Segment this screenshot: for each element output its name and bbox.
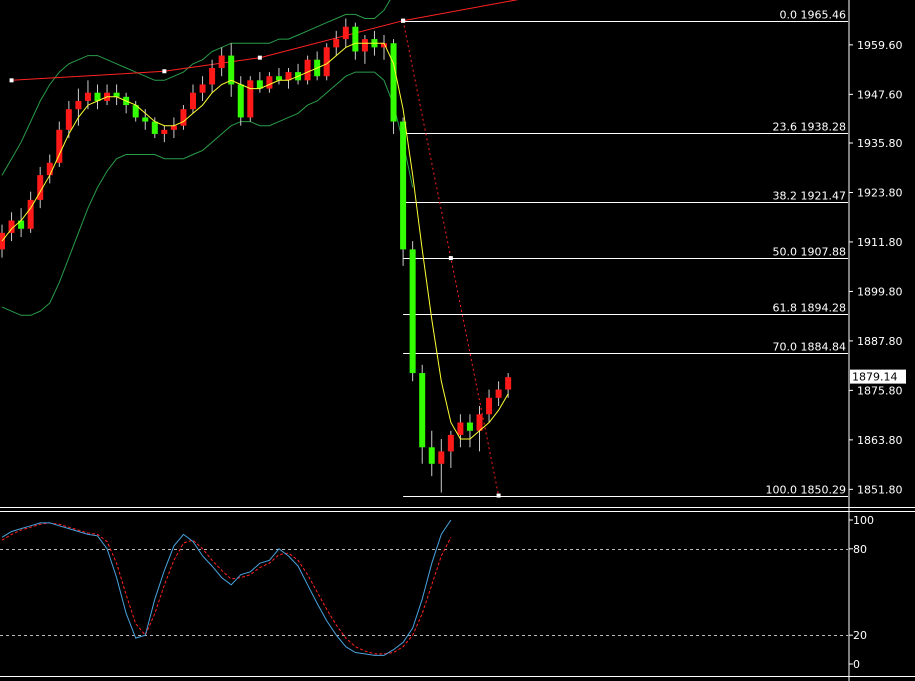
candle-body-6	[56, 129, 63, 163]
candle-body-48	[457, 422, 464, 435]
candle-body-52	[495, 389, 502, 398]
candle-body-29	[275, 76, 282, 81]
stoch-tick-label-0: 100	[853, 514, 874, 527]
candle-body-36	[342, 26, 349, 40]
candle-body-12	[113, 92, 120, 97]
candle-body-8	[75, 100, 82, 110]
candle-body-22	[209, 67, 216, 85]
fib-level-label-2: 38.2 1921.47	[773, 190, 846, 203]
candle-body-51	[486, 397, 493, 415]
candle-body-28	[266, 76, 273, 89]
candle-body-19	[180, 109, 187, 126]
candle-body-42	[400, 121, 407, 250]
candle-body-49	[466, 422, 473, 431]
stoch-tick-label-3: 0	[853, 658, 860, 671]
candle-body-53	[505, 377, 512, 390]
zigzag-marker-0	[401, 18, 406, 23]
candle-body-35	[333, 39, 340, 48]
candle-body-47	[447, 434, 454, 452]
stoch-tick-label-1: 80	[853, 543, 867, 556]
candle-body-32	[304, 59, 311, 81]
candle-body-41	[390, 43, 397, 122]
candle-body-17	[161, 129, 168, 134]
price-tick-label-3: 1923.80	[857, 186, 903, 199]
candle-42	[400, 117, 407, 266]
candle-body-45	[428, 447, 435, 464]
price-tick-label-9: 1851.80	[857, 483, 903, 496]
candle-body-21	[199, 84, 206, 93]
zigzag-marker-2	[496, 493, 501, 498]
candle-body-50	[476, 414, 483, 431]
candle-body-46	[438, 451, 445, 464]
candle-body-23	[218, 55, 225, 68]
candle-body-7	[65, 109, 72, 130]
zigzag-marker-1	[448, 256, 453, 261]
chart-canvas: 0.0 1965.46 23.6 1938.28 38.2 1921.47 50.0 …	[0, 0, 915, 681]
candle-body-25	[237, 84, 244, 118]
trendline-marker-2	[257, 55, 262, 60]
price-tick-label-1: 1947.60	[857, 88, 903, 101]
candle-41	[390, 39, 397, 134]
candle-body-18	[170, 125, 177, 130]
candle-body-37	[352, 26, 359, 52]
candle-26	[247, 76, 254, 122]
candle-43	[409, 241, 416, 382]
fib-level-label-3: 50.0 1907.88	[773, 246, 846, 259]
price-tick-label-7: 1875.80	[857, 384, 903, 397]
candle-body-26	[247, 80, 254, 118]
candle-body-44	[419, 373, 426, 448]
fib-level-label-5: 70.0 1884.84	[773, 341, 846, 354]
candle-body-5	[46, 162, 53, 176]
candle-body-20	[190, 92, 196, 110]
candle-body-9	[84, 92, 91, 101]
candle-body-43	[409, 249, 416, 374]
price-tick-label-8: 1863.80	[857, 434, 903, 447]
trendline-marker-0	[9, 78, 14, 83]
current-price-box: 1879.14	[850, 369, 906, 384]
price-tick-label-4: 1911.80	[857, 236, 903, 249]
price-tick-label-0: 1959.60	[857, 39, 903, 52]
candle-body-15	[142, 117, 149, 122]
fib-level-label-1: 23.6 1938.28	[773, 121, 846, 134]
price-tick-label-5: 1899.80	[857, 285, 903, 298]
fib-level-label-0: 0.0 1965.46	[780, 9, 846, 22]
trendline-marker-1	[162, 69, 167, 74]
candle-32	[304, 55, 311, 85]
candle-body-16	[151, 121, 158, 134]
price-tick-label-2: 1935.80	[857, 137, 903, 150]
price-tick-label-6: 1887.80	[857, 335, 903, 348]
stoch-tick-label-2: 20	[853, 629, 867, 642]
fib-level-label-6: 100.0 1850.29	[766, 484, 846, 497]
candle-body-38	[361, 39, 368, 52]
fib-level-label-4: 61.8 1894.28	[773, 302, 846, 315]
current-price-label: 1879.14	[852, 371, 898, 384]
